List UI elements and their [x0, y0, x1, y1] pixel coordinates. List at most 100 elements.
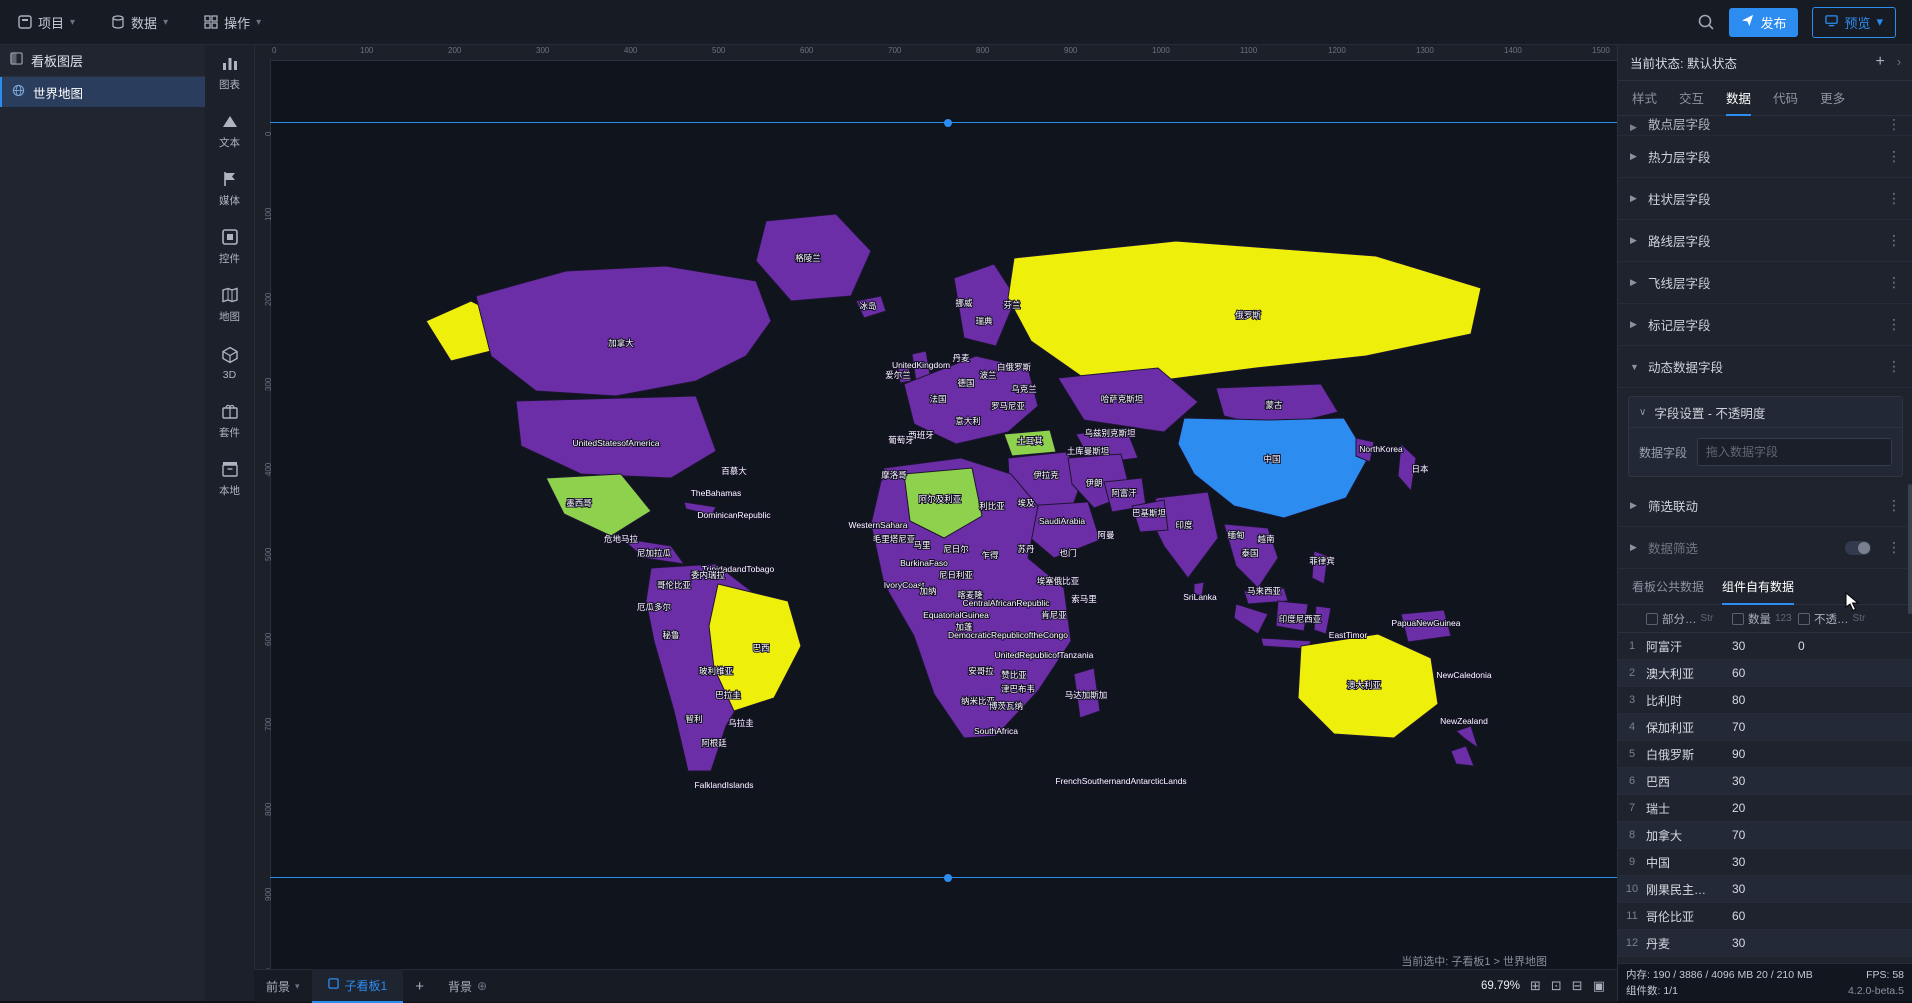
data-filter-section[interactable]: ▶ 数据筛选 ⋮ — [1618, 527, 1912, 569]
table-row[interactable]: 2 澳大利亚 60 — [1618, 660, 1912, 687]
cell-qty[interactable]: 30 — [1732, 855, 1798, 869]
search-icon[interactable] — [1697, 13, 1715, 31]
data-field-input[interactable] — [1697, 438, 1892, 466]
selection-bottom-edge[interactable] — [270, 874, 1617, 882]
toolbox-item-控件[interactable]: 控件 — [205, 218, 254, 276]
cell-qty[interactable]: 30 — [1732, 774, 1798, 788]
tab-more[interactable]: 更多 — [1820, 80, 1845, 116]
cell-qty[interactable]: 70 — [1732, 828, 1798, 842]
more-icon[interactable]: ⋮ — [1887, 274, 1901, 291]
cell-qty[interactable]: 60 — [1732, 666, 1798, 680]
map-regions[interactable] — [425, 213, 1482, 772]
tab-data[interactable]: 数据 — [1726, 80, 1752, 116]
canvas-area[interactable]: 格陵兰 冰岛 加拿大 UnitedStatesofAmerica 百慕大 墨西哥 TheBa… — [254, 44, 1617, 969]
panel-section[interactable]: ▶ 柱状层字段 ⋮ — [1618, 178, 1912, 220]
subboard-tab[interactable]: 子看板1 — [311, 969, 404, 1003]
background-button[interactable]: 背景 ⊕ — [436, 970, 499, 1002]
foreground-button[interactable]: 前景 ▾ — [254, 970, 312, 1002]
cell-name[interactable]: 阿富汗 — [1646, 638, 1732, 655]
selection-top-edge[interactable] — [270, 119, 1617, 127]
column-header-qty[interactable]: 数量 123 — [1732, 611, 1798, 627]
scrollbar[interactable] — [1908, 484, 1912, 614]
menu-operations[interactable]: 操作 ▾ — [186, 0, 279, 44]
more-icon[interactable]: ⋮ — [1887, 358, 1901, 375]
world-map[interactable]: 格陵兰冰岛加拿大 UnitedStatesofAmerica 百慕大墨西哥 TheBa… — [416, 206, 1516, 806]
toolbox-item-文本[interactable]: 文本 — [205, 102, 254, 160]
cell-name[interactable]: 瑞士 — [1646, 800, 1732, 817]
cell-qty[interactable]: 60 — [1732, 909, 1798, 923]
cell-name[interactable]: 比利时 — [1646, 692, 1732, 709]
panel-section[interactable]: ▶ 标记层字段 ⋮ — [1618, 304, 1912, 346]
fit-screen-icon[interactable]: ⊡ — [1551, 978, 1562, 994]
table-row[interactable]: 5 白俄罗斯 90 — [1618, 741, 1912, 768]
panel-section[interactable]: ▶ 散点层字段 ⋮ — [1618, 116, 1912, 136]
column-header-opacity[interactable]: 不透… Str — [1798, 611, 1912, 627]
cell-name[interactable]: 刚果民主… — [1646, 881, 1732, 898]
panel-section[interactable]: ▼ 动态数据字段 ⋮ — [1618, 346, 1912, 388]
cell-extra[interactable]: 0 — [1798, 639, 1912, 653]
cell-qty[interactable]: 80 — [1732, 693, 1798, 707]
tab-style[interactable]: 样式 — [1632, 80, 1657, 116]
cell-qty[interactable]: 20 — [1732, 801, 1798, 815]
tab-code[interactable]: 代码 — [1773, 80, 1798, 116]
toolbox-item-媒体[interactable]: 媒体 — [205, 160, 254, 218]
table-row[interactable]: 12 丹麦 30 — [1618, 930, 1912, 957]
column-header-name[interactable]: 部分… Str — [1646, 611, 1732, 627]
add-state-button[interactable]: + — [1875, 53, 1884, 71]
more-icon[interactable]: ⋮ — [1887, 232, 1901, 249]
cell-name[interactable]: 丹麦 — [1646, 935, 1732, 952]
menu-data[interactable]: 数据 ▾ — [93, 0, 186, 44]
table-row[interactable]: 9 中国 30 — [1618, 849, 1912, 876]
data-filter-toggle[interactable] — [1845, 540, 1871, 555]
preview-button[interactable]: 预览 ▾ — [1812, 6, 1896, 38]
field-settings-header[interactable]: ∨ 字段设置 - 不透明度 — [1629, 397, 1902, 428]
grid-icon[interactable]: ⊞ — [1530, 978, 1541, 994]
checkbox-icon[interactable] — [1646, 612, 1658, 625]
next-icon[interactable]: › — [1897, 55, 1901, 69]
tab-own-data[interactable]: 组件自有数据 — [1722, 570, 1795, 605]
publish-button[interactable]: 发布 — [1729, 7, 1799, 37]
table-row[interactable]: 3 比利时 80 — [1618, 687, 1912, 714]
cell-qty[interactable]: 30 — [1732, 936, 1798, 950]
more-icon[interactable]: ⋮ — [1887, 148, 1901, 165]
tab-public-data[interactable]: 看板公共数据 — [1632, 570, 1704, 605]
layer-item-world-map[interactable]: 世界地图 — [0, 77, 205, 107]
panel-section[interactable]: ▶ 热力层字段 ⋮ — [1618, 136, 1912, 178]
more-icon[interactable]: ⋮ — [1887, 116, 1901, 133]
more-icon[interactable]: ⋮ — [1887, 539, 1901, 556]
checkbox-icon[interactable] — [1798, 612, 1810, 625]
more-icon[interactable]: ⋮ — [1887, 190, 1901, 207]
table-row[interactable]: 4 保加利亚 70 — [1618, 714, 1912, 741]
menu-project[interactable]: 项目 ▾ — [0, 0, 93, 44]
cell-qty[interactable]: 90 — [1732, 747, 1798, 761]
tab-interaction[interactable]: 交互 — [1679, 80, 1704, 116]
panel-section[interactable]: ▶ 飞线层字段 ⋮ — [1618, 262, 1912, 304]
more-icon[interactable]: ⋮ — [1887, 497, 1901, 514]
toolbox-item-3D[interactable]: 3D — [205, 334, 254, 392]
cell-name[interactable]: 白俄罗斯 — [1646, 746, 1732, 763]
table-row[interactable]: 6 巴西 30 — [1618, 768, 1912, 795]
cell-name[interactable]: 中国 — [1646, 854, 1732, 871]
filter-link-section[interactable]: ▶ 筛选联动 ⋮ — [1618, 485, 1912, 527]
collapse-icon[interactable]: ⊟ — [1572, 978, 1583, 994]
table-row[interactable]: 1 阿富汗 30 0 — [1618, 633, 1912, 660]
table-row[interactable]: 8 加拿大 70 — [1618, 822, 1912, 849]
toolbox-item-本地[interactable]: 本地 — [205, 450, 254, 508]
add-board-button[interactable]: + — [403, 978, 436, 995]
cell-qty[interactable]: 30 — [1732, 882, 1798, 896]
panel-section[interactable]: ▶ 路线层字段 ⋮ — [1618, 220, 1912, 262]
more-icon[interactable]: ⋮ — [1887, 316, 1901, 333]
checkbox-icon[interactable] — [1732, 612, 1744, 625]
table-row[interactable]: 11 哥伦比亚 60 — [1618, 903, 1912, 930]
table-row[interactable]: 10 刚果民主… 30 — [1618, 876, 1912, 903]
zoom-level[interactable]: 69.79% — [1481, 980, 1520, 992]
cell-name[interactable]: 保加利亚 — [1646, 719, 1732, 736]
selection-handle[interactable] — [943, 874, 952, 882]
toolbox-item-套件[interactable]: 套件 — [205, 392, 254, 450]
cell-qty[interactable]: 30 — [1732, 639, 1798, 653]
selection-handle[interactable] — [943, 119, 952, 127]
toolbox-item-地图[interactable]: 地图 — [205, 276, 254, 334]
cell-name[interactable]: 加拿大 — [1646, 827, 1732, 844]
cell-qty[interactable]: 70 — [1732, 720, 1798, 734]
cell-name[interactable]: 哥伦比亚 — [1646, 908, 1732, 925]
